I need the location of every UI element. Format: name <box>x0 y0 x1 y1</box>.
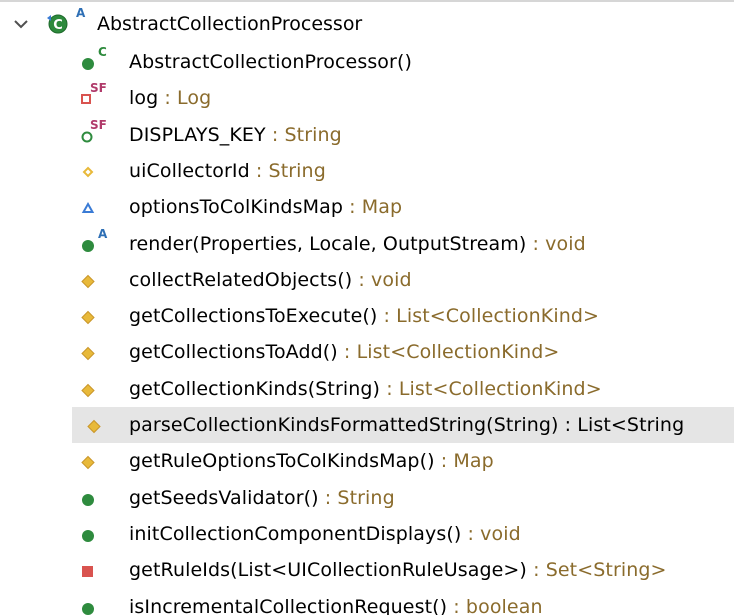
member-label: parseCollectionKindsFormattedString(Stri… <box>129 414 684 436</box>
member-row[interactable]: getCollectionKinds(String) : List<Collec… <box>0 371 734 407</box>
member-label: getRuleOptionsToColKindsMap() : Map <box>129 450 494 472</box>
member-label: optionsToColKindsMap : Map <box>129 196 402 218</box>
member-name: getCollectionKinds(String) <box>129 378 381 400</box>
member-type: : String <box>265 124 342 146</box>
member-type: : Map <box>434 450 494 472</box>
member-row[interactable]: getCollectionsToAdd() : List<CollectionK… <box>0 334 734 370</box>
member-label: isIncrementalCollectionRequest() : boole… <box>129 596 543 615</box>
member-name: DISPLAYS_KEY <box>129 124 266 146</box>
top-border <box>0 0 734 2</box>
member-type: : void <box>461 523 521 545</box>
public-static-final-field-icon: SF <box>78 118 122 150</box>
member-label: getCollectionKinds(String) : List<Collec… <box>129 378 602 400</box>
member-row[interactable]: optionsToColKindsMap : Map <box>0 189 734 225</box>
member-type: : Set<String> <box>526 559 667 581</box>
member-label: render(Properties, Locale, OutputStream)… <box>129 233 586 255</box>
member-row[interactable]: SF DISPLAYS_KEY : String <box>0 117 734 153</box>
member-type: : String <box>249 160 326 182</box>
member-name: getRuleIds(List<UICollectionRuleUsage>) <box>129 559 527 581</box>
package-method-icon <box>78 446 122 476</box>
member-type: : void <box>352 269 412 291</box>
member-name: collectRelatedObjects() <box>129 269 353 291</box>
member-label: log : Log <box>129 87 211 109</box>
member-label: getRuleIds(List<UICollectionRuleUsage>) … <box>129 559 667 581</box>
public-method-icon <box>78 483 122 513</box>
member-row[interactable]: parseCollectionKindsFormattedString(Stri… <box>72 407 734 443</box>
member-name: getCollectionsToAdd() <box>129 341 338 363</box>
member-type: : void <box>526 233 586 255</box>
member-type: : Map <box>343 196 403 218</box>
member-name: isIncrementalCollectionRequest() <box>129 596 448 615</box>
member-type: : Log <box>158 87 212 109</box>
member-label: uiCollectorId : String <box>129 160 326 182</box>
member-row[interactable]: uiCollectorId : String <box>0 153 734 189</box>
member-type: : String <box>318 487 395 509</box>
member-decorator: A <box>98 227 108 241</box>
member-row[interactable]: SF log : Log <box>0 80 734 116</box>
member-label: getSeedsValidator() : String <box>129 487 395 509</box>
member-name: initCollectionComponentDisplays() <box>129 523 462 545</box>
member-decorator: SF <box>90 81 107 95</box>
class-row[interactable]: C A AbstractCollectionProcessor <box>0 6 734 42</box>
member-name: uiCollectorId <box>129 160 250 182</box>
member-row[interactable]: getRuleIds(List<UICollectionRuleUsage>) … <box>0 552 734 588</box>
package-method-icon <box>78 337 122 367</box>
member-name: AbstractCollectionProcessor() <box>129 51 412 73</box>
private-method-icon <box>78 555 122 585</box>
member-type: : List<CollectionKind> <box>380 378 602 400</box>
member-label: getCollectionsToAdd() : List<CollectionK… <box>129 341 559 363</box>
public-method-icon <box>78 592 122 615</box>
public-abstract-method-icon: A <box>78 227 122 259</box>
member-name: getSeedsValidator() <box>129 487 319 509</box>
member-label: getCollectionsToExecute() : List<Collect… <box>129 305 599 327</box>
class-icon: C <box>47 14 68 34</box>
member-row[interactable]: getCollectionsToExecute() : List<Collect… <box>0 298 734 334</box>
member-label: AbstractCollectionProcessor() <box>129 51 412 73</box>
member-label: collectRelatedObjects() : void <box>129 269 412 291</box>
class-name: AbstractCollectionProcessor <box>97 13 363 35</box>
outline-view: C A AbstractCollectionProcessor C Abstrac… <box>0 0 734 615</box>
public-constructor-icon: C <box>78 45 122 77</box>
member-name: getRuleOptionsToColKindsMap() <box>129 450 435 472</box>
member-row[interactable]: collectRelatedObjects() : void <box>0 262 734 298</box>
member-name: log <box>129 87 159 109</box>
chevron-down-icon[interactable] <box>12 15 30 33</box>
member-row[interactable]: initCollectionComponentDisplays() : void <box>0 516 734 552</box>
member-label: DISPLAYS_KEY : String <box>129 124 342 146</box>
member-row[interactable]: getRuleOptionsToColKindsMap() : Map <box>0 443 734 479</box>
package-field-icon <box>78 156 122 186</box>
member-row[interactable]: getSeedsValidator() : String <box>0 480 734 516</box>
member-type: : List<String <box>558 414 685 436</box>
member-type: : boolean <box>447 596 543 615</box>
package-method-icon <box>84 410 128 440</box>
package-method-icon <box>78 301 122 331</box>
public-method-icon <box>78 519 122 549</box>
member-type: : List<CollectionKind> <box>377 305 600 327</box>
member-row[interactable]: Arender(Properties, Locale, OutputStream… <box>0 226 734 262</box>
member-name: parseCollectionKindsFormattedString(Stri… <box>129 414 559 436</box>
package-method-icon <box>78 265 122 295</box>
member-name: getCollectionsToExecute() <box>129 305 378 327</box>
member-label: initCollectionComponentDisplays() : void <box>129 523 521 545</box>
class-decorator: A <box>76 6 86 20</box>
member-decorator: SF <box>90 118 107 132</box>
package-method-icon <box>78 374 122 404</box>
member-decorator: C <box>98 45 107 59</box>
member-name: optionsToColKindsMap <box>129 196 343 218</box>
private-static-final-field-icon: SF <box>78 81 122 113</box>
member-row[interactable]: C AbstractCollectionProcessor() <box>0 44 734 80</box>
member-row[interactable]: isIncrementalCollectionRequest() : boole… <box>0 589 734 615</box>
svg-text:C: C <box>53 18 63 33</box>
protected-field-icon <box>78 192 122 222</box>
member-name: render(Properties, Locale, OutputStream) <box>129 233 527 255</box>
member-type: : List<CollectionKind> <box>337 341 560 363</box>
